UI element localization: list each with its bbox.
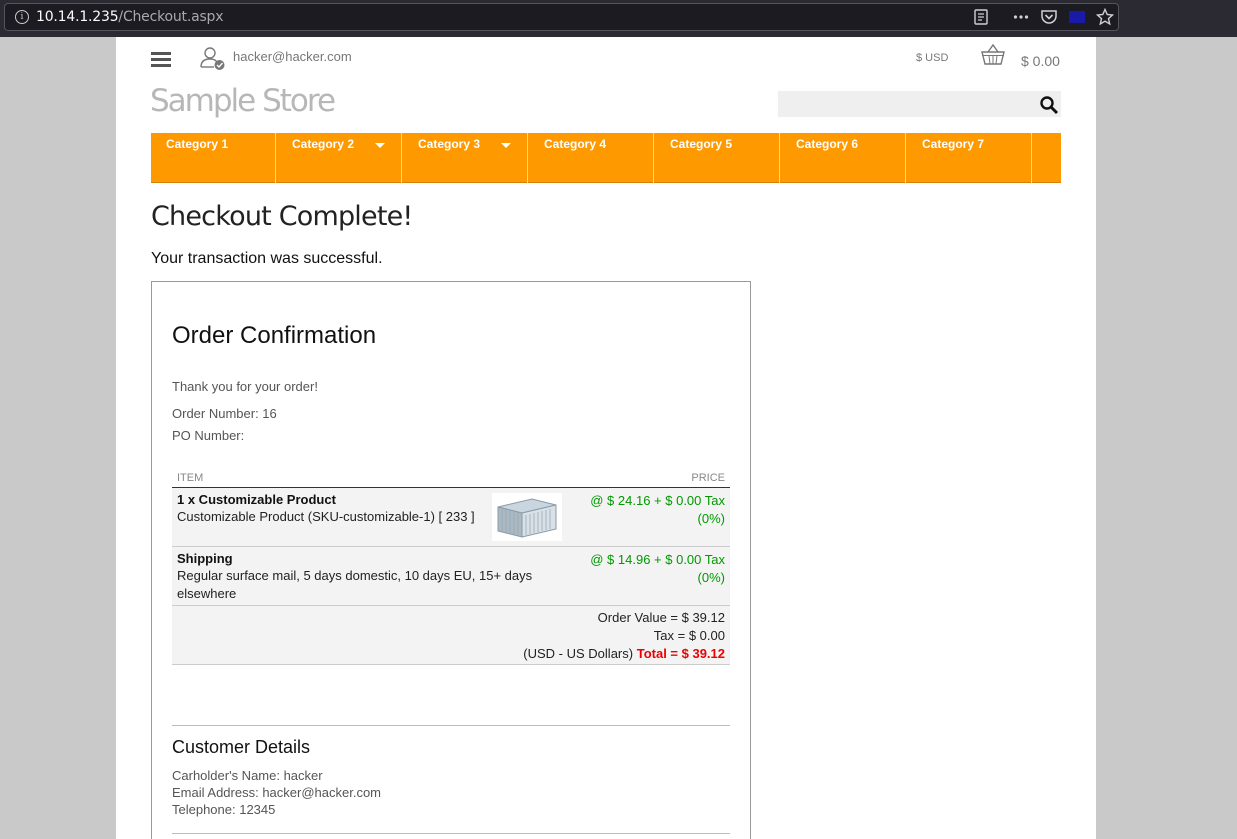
search-icon[interactable] bbox=[1039, 95, 1059, 115]
divider bbox=[172, 833, 730, 834]
address-bar[interactable]: i 10.14.1.235/Checkout.aspx bbox=[4, 3, 1119, 31]
table-header: ITEM PRICE bbox=[172, 467, 730, 488]
nav-category-1[interactable]: Category 1 bbox=[151, 133, 276, 183]
nav-category-3[interactable]: Category 3 bbox=[403, 133, 528, 183]
divider bbox=[172, 725, 730, 726]
customer-telephone: Telephone: 12345 bbox=[172, 802, 276, 817]
table-row-totals: Order Value = $ 39.12 Tax = $ 0.00 (USD … bbox=[172, 606, 730, 665]
grand-total: Total = $ 39.12 bbox=[636, 646, 725, 661]
customer-name: Carholder's Name: hacker bbox=[172, 768, 323, 783]
more-actions-icon[interactable] bbox=[1012, 8, 1030, 26]
shipping-price: @ $ 14.96 + $ 0.00 Tax (0%) bbox=[590, 552, 725, 585]
nav-label: Category 1 bbox=[166, 137, 229, 151]
nav-label: Category 6 bbox=[796, 137, 859, 151]
grand-total-line: (USD - US Dollars) Total = $ 39.12 bbox=[523, 646, 725, 661]
customer-email: Email Address: hacker@hacker.com bbox=[172, 785, 382, 800]
shipping-name: Shipping bbox=[177, 551, 233, 566]
shipping-description: Regular surface mail, 5 days domestic, 1… bbox=[177, 568, 533, 601]
reader-view-icon[interactable] bbox=[972, 8, 990, 26]
basket-total[interactable]: $ 0.00 bbox=[1021, 53, 1060, 69]
nav-category-2[interactable]: Category 2 bbox=[277, 133, 402, 183]
pocket-icon[interactable] bbox=[1040, 8, 1058, 26]
product-image bbox=[492, 493, 562, 541]
order-number: Order Number: 16 bbox=[172, 406, 277, 421]
chevron-down-icon bbox=[501, 143, 511, 148]
table-row-product: 1 x Customizable Product Customizable Pr… bbox=[172, 488, 730, 547]
store-logo[interactable]: Sample Store bbox=[150, 83, 336, 119]
bookmark-star-icon[interactable] bbox=[1095, 7, 1115, 26]
url-text[interactable]: 10.14.1.235/Checkout.aspx bbox=[36, 9, 224, 25]
currency-selector[interactable]: $ USD bbox=[916, 52, 948, 64]
nav-category-7[interactable]: Category 7 bbox=[907, 133, 1032, 183]
thank-you-text: Thank you for your order! bbox=[172, 379, 318, 394]
page: hacker@hacker.com $ USD $ 0.00 Sample St… bbox=[116, 37, 1096, 839]
user-email[interactable]: hacker@hacker.com bbox=[233, 49, 352, 64]
url-path: /Checkout.aspx bbox=[118, 9, 224, 25]
success-message: Your transaction was successful. bbox=[151, 250, 383, 267]
nav-label: Category 5 bbox=[670, 137, 733, 151]
product-name: 1 x Customizable Product bbox=[177, 492, 336, 507]
menu-icon[interactable] bbox=[151, 52, 171, 68]
tax-total: Tax = $ 0.00 bbox=[653, 628, 725, 643]
search-input[interactable] bbox=[778, 91, 1028, 117]
category-nav: Category 1 Category 2 Category 3 Categor… bbox=[151, 133, 1061, 183]
currency-note: (USD - US Dollars) bbox=[523, 646, 634, 661]
order-confirmation-panel: Order Confirmation Thank you for your or… bbox=[151, 281, 751, 839]
product-price: @ $ 24.16 + $ 0.00 Tax (0%) bbox=[590, 493, 725, 526]
order-table: ITEM PRICE 1 x Customizable Product Cust… bbox=[172, 467, 730, 665]
browser-toolbar: i 10.14.1.235/Checkout.aspx bbox=[0, 0, 1237, 37]
extension-icon[interactable] bbox=[1068, 8, 1086, 26]
info-icon[interactable]: i bbox=[15, 10, 29, 24]
col-price-header: PRICE bbox=[691, 472, 725, 484]
customer-details-title: Customer Details bbox=[172, 737, 311, 757]
order-confirmation-title: Order Confirmation bbox=[172, 322, 377, 349]
user-account-icon[interactable] bbox=[200, 45, 226, 71]
col-item-header: ITEM bbox=[177, 472, 204, 484]
url-host: 10.14.1.235 bbox=[36, 9, 119, 25]
nav-category-5[interactable]: Category 5 bbox=[655, 133, 780, 183]
order-value: Order Value = $ 39.12 bbox=[597, 610, 725, 625]
chevron-down-icon bbox=[375, 143, 385, 148]
page-title: Checkout Complete! bbox=[151, 201, 413, 232]
nav-label: Category 2 bbox=[292, 137, 355, 151]
product-description: Customizable Product (SKU-customizable-1… bbox=[177, 509, 475, 524]
nav-category-6[interactable]: Category 6 bbox=[781, 133, 906, 183]
nav-label: Category 7 bbox=[922, 137, 985, 151]
nav-label: Category 3 bbox=[418, 137, 481, 151]
nav-label: Category 4 bbox=[544, 137, 607, 151]
po-number: PO Number: bbox=[172, 428, 245, 443]
nav-category-4[interactable]: Category 4 bbox=[529, 133, 654, 183]
search-box bbox=[778, 91, 1061, 117]
basket-icon[interactable] bbox=[981, 43, 1005, 67]
table-row-shipping: Shipping Regular surface mail, 5 days do… bbox=[172, 547, 730, 606]
